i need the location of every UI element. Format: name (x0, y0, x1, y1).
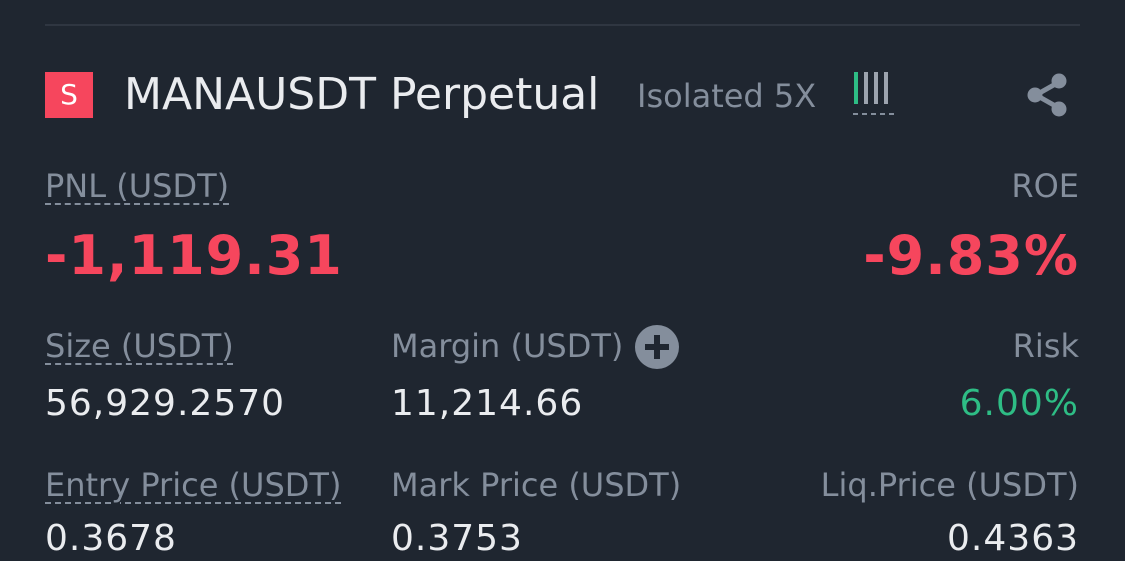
mark-price-label: Mark Price (USDT) (391, 466, 682, 504)
entry-price-value: 0.3678 (45, 518, 177, 559)
adl-indicator-icon[interactable] (853, 70, 897, 116)
position-header: S MANAUSDT Perpetual Isolated 5X (45, 64, 1080, 126)
pnl-label[interactable]: PNL (USDT) (45, 166, 229, 206)
liq-price-label: Liq.Price (USDT) (820, 466, 1079, 504)
side-badge-short: S (45, 72, 93, 118)
mark-price-value: 0.3753 (391, 518, 523, 559)
share-icon[interactable] (1025, 72, 1071, 118)
entry-price-label[interactable]: Entry Price (USDT) (45, 465, 341, 505)
plus-circle-icon[interactable] (634, 324, 680, 370)
size-label[interactable]: Size (USDT) (45, 326, 234, 366)
margin-mode-leverage[interactable]: Isolated 5X (637, 76, 816, 116)
position-card-screen: { "position": { "side_badge": "S", "symb… (0, 0, 1125, 559)
margin-label: Margin (USDT) (391, 327, 624, 365)
margin-value: 11,214.66 (391, 383, 584, 424)
liq-price-value: 0.4363 (947, 518, 1079, 559)
symbol-title[interactable]: MANAUSDT Perpetual (124, 66, 599, 124)
roe-value: -9.83% (863, 224, 1079, 287)
risk-label: Risk (1012, 327, 1079, 365)
pnl-value: -1,119.31 (45, 224, 343, 287)
risk-value: 6.00% (959, 383, 1079, 424)
top-divider (45, 24, 1080, 26)
roe-label: ROE (1011, 167, 1079, 205)
size-value: 56,929.2570 (45, 383, 286, 424)
